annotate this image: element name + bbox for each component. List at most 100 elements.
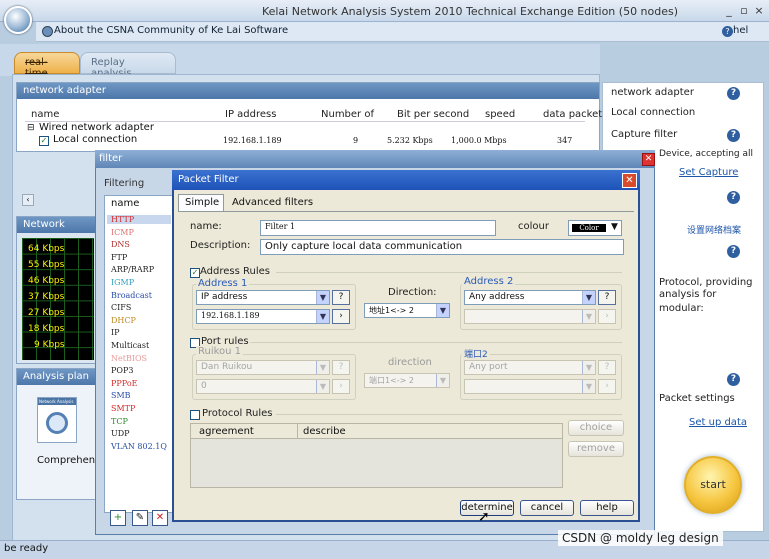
- protocol-item[interactable]: PPPoE: [111, 379, 137, 388]
- tab-divider: [178, 211, 634, 212]
- protocol-item[interactable]: ARP/RARP: [111, 265, 154, 274]
- protocol-item[interactable]: TCP: [111, 417, 128, 426]
- cancel-button[interactable]: cancel: [520, 500, 574, 516]
- address1-browse-button[interactable]: ›: [332, 309, 350, 324]
- graph-label: 9 Kbps: [34, 340, 65, 350]
- remove-button[interactable]: remove: [568, 441, 624, 457]
- question-icon[interactable]: ?: [727, 373, 740, 386]
- set-capture-link[interactable]: Set Capture: [679, 167, 738, 178]
- tab-advanced-filters[interactable]: Advanced filters: [232, 197, 313, 208]
- port2-value-select[interactable]: ▼: [464, 379, 596, 394]
- protocol-item[interactable]: ICMP: [111, 228, 134, 237]
- protocol-item[interactable]: FTP: [111, 253, 127, 262]
- tab-simple[interactable]: Simple: [178, 194, 224, 212]
- column-header[interactable]: Number of: [321, 109, 374, 120]
- direction-select[interactable]: 地址1<-> 2 ▼: [364, 303, 450, 318]
- question-icon[interactable]: ?: [727, 191, 740, 204]
- network-adapter-label: network adapter: [611, 87, 694, 98]
- address2-help-button[interactable]: ?: [598, 290, 616, 305]
- address2-value-select[interactable]: ▼: [464, 309, 596, 324]
- address2-type-select[interactable]: Any address ▼: [464, 290, 596, 305]
- tab-real-time[interactable]: real-time: [14, 52, 80, 79]
- protocol-item[interactable]: IGMP: [111, 278, 134, 287]
- protocol-list-header[interactable]: name: [111, 198, 139, 209]
- port-direction-select[interactable]: 端口1<-> 2 ▼: [364, 373, 450, 388]
- minimize-button[interactable]: _: [722, 4, 736, 18]
- protocol-item[interactable]: IP: [111, 328, 120, 337]
- graph-label: 18 Kbps: [28, 324, 65, 334]
- adapter-bps: 5.232 Kbps: [387, 136, 433, 145]
- column-header[interactable]: speed: [485, 109, 515, 120]
- address1-type-select[interactable]: IP address ▼: [196, 290, 330, 305]
- port2-browse-button[interactable]: ›: [598, 379, 616, 394]
- column-header[interactable]: Bit per second: [397, 109, 469, 120]
- protocol-item[interactable]: DNS: [111, 240, 130, 249]
- column-header[interactable]: name: [31, 109, 59, 120]
- port1-help-button[interactable]: ?: [332, 360, 350, 375]
- column-describe[interactable]: describe: [303, 426, 346, 437]
- address2-browse-button[interactable]: ›: [598, 309, 616, 324]
- protocol-rules-checkbox[interactable]: [190, 410, 200, 420]
- protocol-item[interactable]: Broadcast: [111, 291, 152, 300]
- protocol-item[interactable]: SMTP: [111, 404, 135, 413]
- close-window-button[interactable]: ×: [752, 4, 766, 18]
- protocol-item[interactable]: VLAN 802.1Q: [111, 442, 167, 451]
- chevron-down-icon: ▼: [582, 291, 595, 304]
- edit-filter-icon[interactable]: ✎: [132, 510, 148, 526]
- adapter-name[interactable]: Local connection: [53, 134, 137, 145]
- protocol-item[interactable]: DHCP: [111, 316, 136, 325]
- mouse-cursor-icon: ➚: [478, 509, 490, 525]
- protocol-item[interactable]: SMB: [111, 391, 131, 400]
- protocol-item[interactable]: CIFS: [111, 303, 131, 312]
- column-header[interactable]: IP address: [225, 109, 276, 120]
- delete-filter-icon[interactable]: ✕: [152, 510, 168, 526]
- address-rules-checkbox[interactable]: ✓: [190, 268, 200, 278]
- help-link[interactable]: hel: [733, 25, 748, 36]
- packet-filter-title: Packet Filter: [172, 170, 640, 190]
- about-link[interactable]: About the CSNA Community of Ke Lai Softw…: [54, 25, 288, 36]
- network-analysis-item[interactable]: Network Analysis: [37, 397, 77, 443]
- adapter-checkbox[interactable]: ✓: [39, 136, 49, 146]
- add-filter-icon[interactable]: +: [110, 510, 126, 526]
- protocol-item[interactable]: NetBIOS: [111, 354, 147, 363]
- packet-filter-close-icon[interactable]: ✕: [622, 173, 637, 188]
- column-agreement[interactable]: agreement: [199, 426, 254, 437]
- port1-type-select[interactable]: Dan Ruikou ▼: [196, 360, 330, 375]
- collapse-icon[interactable]: ⊟: [27, 123, 35, 133]
- protocol-item[interactable]: HTTP: [107, 215, 171, 224]
- protocol-item[interactable]: Multicast: [111, 341, 149, 350]
- scroll-left-icon[interactable]: ‹: [22, 194, 34, 206]
- filter-subtitle: Filtering: [104, 178, 145, 189]
- address1-help-button[interactable]: ?: [332, 290, 350, 305]
- status-text: be ready: [4, 543, 49, 554]
- name-label: name:: [190, 221, 222, 232]
- filter-name-input[interactable]: Filter 1: [260, 220, 496, 236]
- help-icon[interactable]: ?: [722, 26, 733, 37]
- protocol-item[interactable]: POP3: [111, 366, 133, 375]
- colour-picker[interactable]: Color ▼: [568, 220, 622, 236]
- help-button[interactable]: help: [580, 500, 634, 516]
- port2-type-select[interactable]: Any port ▼: [464, 360, 596, 375]
- choice-button[interactable]: choice: [568, 420, 624, 436]
- question-icon[interactable]: ?: [727, 129, 740, 142]
- port2-help-button[interactable]: ?: [598, 360, 616, 375]
- graph-label: 55 Kbps: [28, 260, 65, 270]
- colour-swatch: Color: [572, 224, 606, 232]
- question-icon[interactable]: ?: [727, 87, 740, 100]
- protocol-item[interactable]: UDP: [111, 429, 130, 438]
- description-input[interactable]: Only capture local data communication: [260, 239, 624, 255]
- set-up-data-link[interactable]: Set up data: [689, 417, 747, 428]
- network-profile-link[interactable]: 设置网络档案: [687, 223, 741, 236]
- app-logo-icon[interactable]: [4, 6, 32, 34]
- address1-value-select[interactable]: 192.168.1.189 ▼: [196, 309, 330, 324]
- port1-browse-button[interactable]: ›: [332, 379, 350, 394]
- question-icon[interactable]: ?: [727, 245, 740, 258]
- address2-type-value: Any address: [469, 292, 525, 302]
- restore-button[interactable]: ▫: [737, 4, 751, 18]
- column-header[interactable]: data packet: [543, 109, 602, 120]
- start-button[interactable]: start: [684, 456, 742, 514]
- tab-replay-analysis[interactable]: Replay analysis: [80, 52, 176, 79]
- filter-close-icon[interactable]: ✕: [642, 153, 655, 166]
- port1-value-select[interactable]: 0 ▼: [196, 379, 330, 394]
- column-divider: [297, 424, 298, 439]
